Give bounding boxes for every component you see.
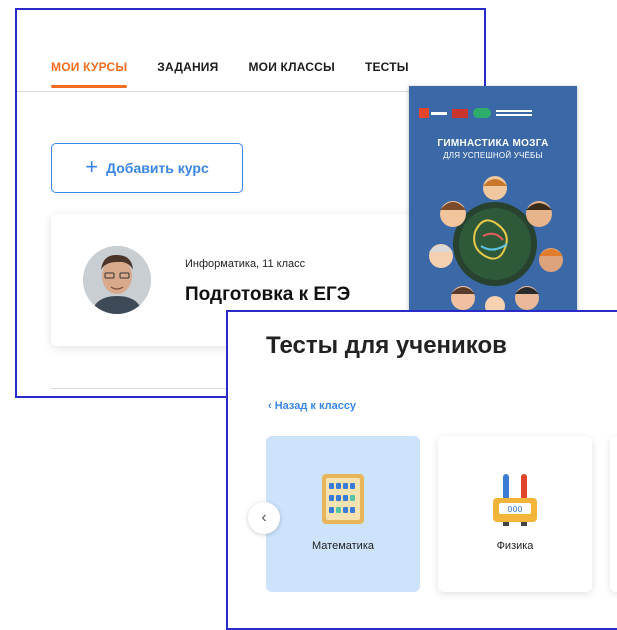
add-course-button[interactable]: + Добавить курс — [51, 143, 243, 193]
carousel-prev-button[interactable]: ‹ — [248, 502, 280, 534]
add-course-label: Добавить курс — [106, 160, 209, 176]
page-title: Тесты для учеников — [266, 332, 507, 359]
tests-panel: Тесты для учеников ‹ Назад к классу Мате… — [226, 310, 617, 630]
logo-caption — [496, 110, 536, 116]
back-to-class-link[interactable]: ‹ Назад к классу — [268, 400, 356, 412]
tab-assignments[interactable]: ЗАДАНИЯ — [157, 60, 218, 88]
publisher-logo — [419, 108, 447, 118]
chevron-left-icon: ‹ — [261, 509, 267, 526]
badge-logo — [452, 108, 468, 118]
tab-tests[interactable]: ТЕСТЫ — [365, 60, 409, 88]
subject-card-next[interactable] — [610, 436, 617, 592]
subject-card-physics[interactable]: 000 Физика — [438, 436, 592, 592]
subject-label-math: Математика — [312, 540, 374, 552]
physics-device-icon: 000 — [493, 474, 537, 526]
svg-text:000: 000 — [507, 505, 522, 514]
book-subtitle: ДЛЯ УСПЕШНОЙ УЧЁБЫ — [443, 151, 543, 160]
abacus-icon — [322, 474, 364, 524]
publisher-logos — [419, 108, 536, 118]
book-title: ГИМНАСТИКА МОЗГА — [437, 138, 549, 149]
subject-label-physics: Физика — [496, 540, 534, 552]
avatar — [83, 246, 151, 314]
book-cover: ГИМНАСТИКА МОЗГА ДЛЯ УСПЕШНОЙ УЧЁБЫ — [409, 86, 577, 322]
course-tabs: МОИ КУРСЫ ЗАДАНИЯ МОИ КЛАССЫ ТЕСТЫ — [51, 60, 439, 88]
circle-logo — [473, 108, 491, 118]
course-title: Подготовка к ЕГЭ — [185, 284, 351, 305]
subject-card-math[interactable]: Математика — [266, 436, 420, 592]
tab-my-classes[interactable]: МОИ КЛАССЫ — [248, 60, 334, 88]
book-illustration — [429, 176, 563, 314]
course-subject: Информатика, 11 класс — [185, 258, 306, 270]
tab-my-courses[interactable]: МОИ КУРСЫ — [51, 60, 128, 88]
plus-icon: + — [85, 154, 99, 179]
